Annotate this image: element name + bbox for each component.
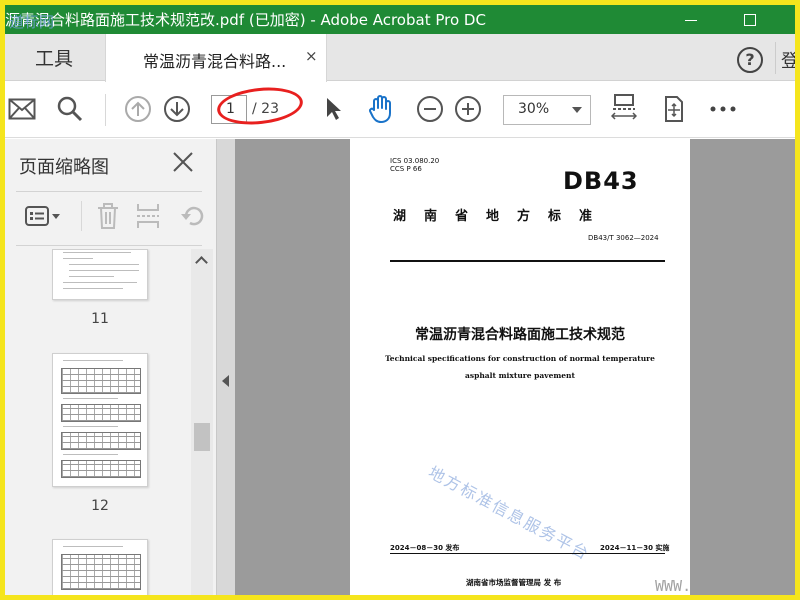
maximize-icon — [744, 13, 756, 26]
doc-title-en: Technical specifications for constructio… — [385, 354, 655, 363]
tab-document[interactable]: 常温沥青混合料路... × — [105, 34, 327, 82]
pdf-page: ICS 03.080.20 CCS P 66 DB43 湖南省地方标准 DB43… — [350, 139, 690, 595]
divider — [81, 201, 82, 231]
doc-db-mark: DB43 — [563, 167, 639, 195]
hand-tool-icon[interactable] — [366, 94, 396, 124]
watermark-logo: 道标网 — [9, 13, 55, 31]
doc-issuer: 湖南省市场监督管理局 发 布 — [466, 578, 562, 587]
ccs-line: CCS P 66 — [390, 165, 422, 173]
delete-page-icon[interactable] — [93, 201, 123, 231]
doc-title-cn: 常温沥青混合料路面施工技术规范 — [415, 327, 625, 343]
document-view[interactable]: ICS 03.080.20 CCS P 66 DB43 湖南省地方标准 DB43… — [235, 139, 795, 595]
tab-tools[interactable]: 工具 — [5, 34, 103, 81]
zoom-in-icon[interactable] — [453, 94, 483, 124]
rotate-page-icon[interactable] — [179, 201, 209, 231]
email-icon[interactable] — [7, 94, 37, 124]
doc-publish-date: 2024－08－30 发布 — [390, 544, 460, 552]
window-title: 沥青混合料路面施工技术规范改.pdf (已加密) - Adobe Acrobat… — [5, 11, 486, 29]
rotate-view-icon[interactable] — [659, 94, 689, 124]
collapse-panel-button[interactable] — [216, 139, 235, 595]
thumbnail-line — [69, 270, 139, 271]
thumbnail-line — [63, 252, 131, 253]
next-page-icon[interactable] — [162, 94, 192, 124]
thumbnail-options-icon[interactable] — [23, 201, 63, 231]
ics-line: ICS 03.080.20 — [390, 157, 440, 165]
tab-bar: 工具 常温沥青混合料路... × ? 登 — [5, 34, 795, 82]
thumbnail-line — [63, 288, 123, 289]
divider — [105, 94, 106, 126]
doc-ics-code: ICS 03.080.20 CCS P 66 — [390, 157, 439, 173]
minimize-button[interactable] — [668, 5, 714, 34]
divider — [390, 553, 665, 554]
thumbnail-table — [61, 404, 141, 422]
zoom-select[interactable]: 30% — [503, 95, 591, 125]
title-bar: 沥青混合料路面施工技术规范改.pdf (已加密) - Adobe Acrobat… — [5, 5, 795, 34]
insert-page-icon[interactable] — [133, 201, 163, 231]
select-cursor-icon[interactable] — [319, 94, 349, 124]
panel-title: 页面缩略图 — [19, 157, 109, 178]
thumbnail-table — [61, 368, 141, 394]
divider — [16, 245, 202, 246]
search-icon[interactable] — [55, 94, 85, 124]
thumbnail-line — [63, 546, 123, 547]
thumbnail-line — [63, 282, 137, 283]
tab-document-label: 常温沥青混合料路... — [143, 52, 287, 71]
thumbnail-line — [63, 426, 118, 427]
close-panel-icon[interactable] — [171, 150, 195, 174]
doc-standard-code: DB43/T 3062—2024 — [588, 234, 659, 242]
help-icon[interactable]: ? — [737, 47, 763, 73]
thumbnail-table — [61, 460, 141, 478]
doc-implement-date: 2024－11－30 实施 — [600, 544, 670, 552]
corner-watermark: WWW. — [655, 577, 692, 595]
divider — [390, 260, 665, 262]
doc-local-standard: 湖南省地方标准 — [393, 209, 611, 224]
page-thumbnail[interactable] — [52, 353, 148, 487]
thumbnail-line — [63, 398, 118, 399]
page-thumbnail[interactable] — [52, 249, 148, 300]
acrobat-window: 沥青混合料路面施工技术规范改.pdf (已加密) - Adobe Acrobat… — [5, 5, 795, 595]
divider — [775, 42, 776, 74]
thumbnail-label: 12 — [91, 498, 109, 514]
sign-in-button[interactable]: 登 — [781, 47, 795, 73]
chevron-left-icon — [222, 375, 229, 387]
thumbnail-line — [63, 360, 123, 361]
scroll-up-icon[interactable] — [195, 256, 208, 269]
thumbnail-table — [61, 554, 141, 590]
scrollbar-thumb[interactable] — [194, 423, 210, 451]
chevron-down-icon — [572, 107, 582, 113]
previous-page-icon[interactable] — [123, 94, 153, 124]
doc-title-en-2: asphalt mixture pavement — [465, 371, 575, 380]
thumbnail-label: 11 — [91, 311, 109, 327]
close-tab-icon[interactable]: × — [305, 47, 318, 65]
thumbnail-line — [63, 454, 118, 455]
more-options-icon[interactable] — [708, 94, 738, 124]
thumbnail-line — [63, 258, 93, 259]
thumbnail-table — [61, 432, 141, 450]
divider — [16, 191, 202, 192]
page-thumbnail[interactable] — [52, 539, 148, 595]
maximize-button[interactable] — [727, 5, 773, 34]
toolbar: 1 / 23 30% — [5, 82, 795, 138]
minimize-icon — [685, 20, 697, 21]
thumbnail-line — [69, 276, 114, 277]
thumbnails-panel: 页面缩略图 11 12 — [5, 139, 216, 595]
thumbnail-line — [69, 264, 139, 265]
zoom-out-icon[interactable] — [415, 94, 445, 124]
fit-page-icon[interactable] — [609, 94, 639, 124]
thumbnail-list: 11 12 — [5, 249, 191, 595]
thumbnail-scrollbar[interactable] — [191, 249, 213, 595]
zoom-value: 30% — [518, 101, 550, 117]
